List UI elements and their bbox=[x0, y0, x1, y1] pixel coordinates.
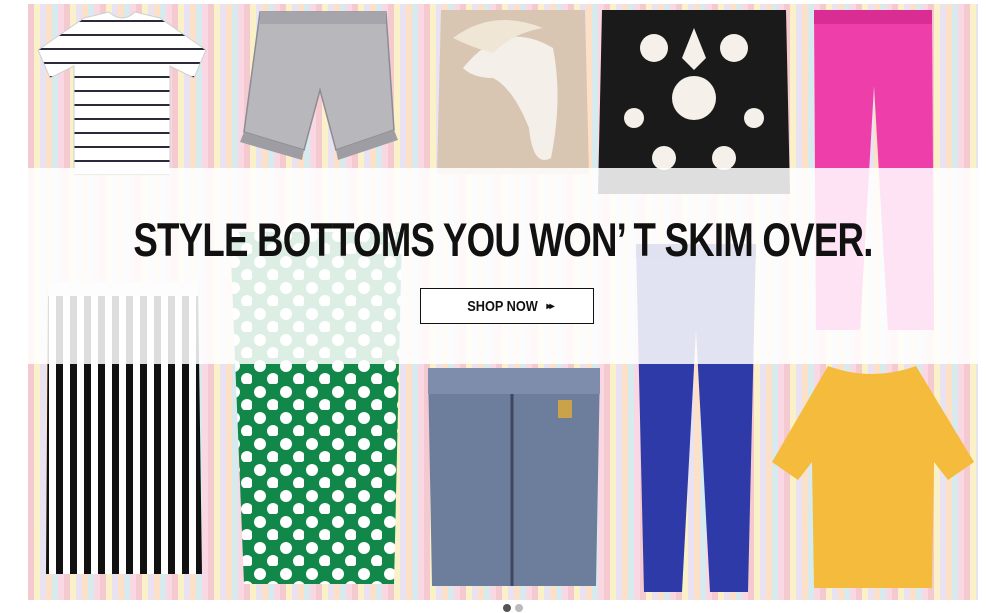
double-arrow-icon: ▸▸ bbox=[546, 300, 555, 312]
yellow-top-image[interactable] bbox=[768, 362, 978, 594]
horse-print-skirt-image[interactable] bbox=[433, 8, 593, 174]
striped-tshirt-image[interactable] bbox=[34, 10, 210, 180]
carousel-dot-1[interactable] bbox=[503, 604, 511, 612]
headline: STYLE BOTTOMS YOU WON’ T SKIM OVER. bbox=[133, 213, 873, 266]
shop-now-label: SHOP NOW bbox=[467, 297, 539, 315]
carousel-dot-2[interactable] bbox=[515, 604, 523, 612]
acid-wash-shorts-image[interactable] bbox=[236, 10, 404, 162]
page: STYLE BOTTOMS YOU WON’ T SKIM OVER. SHOP… bbox=[0, 0, 986, 613]
shop-now-button[interactable]: SHOP NOW ▸▸ bbox=[420, 288, 594, 324]
denim-zip-skirt-image[interactable] bbox=[422, 364, 606, 590]
carousel-dots bbox=[503, 604, 523, 612]
promo-banner[interactable]: STYLE BOTTOMS YOU WON’ T SKIM OVER. SHOP… bbox=[28, 4, 978, 600]
